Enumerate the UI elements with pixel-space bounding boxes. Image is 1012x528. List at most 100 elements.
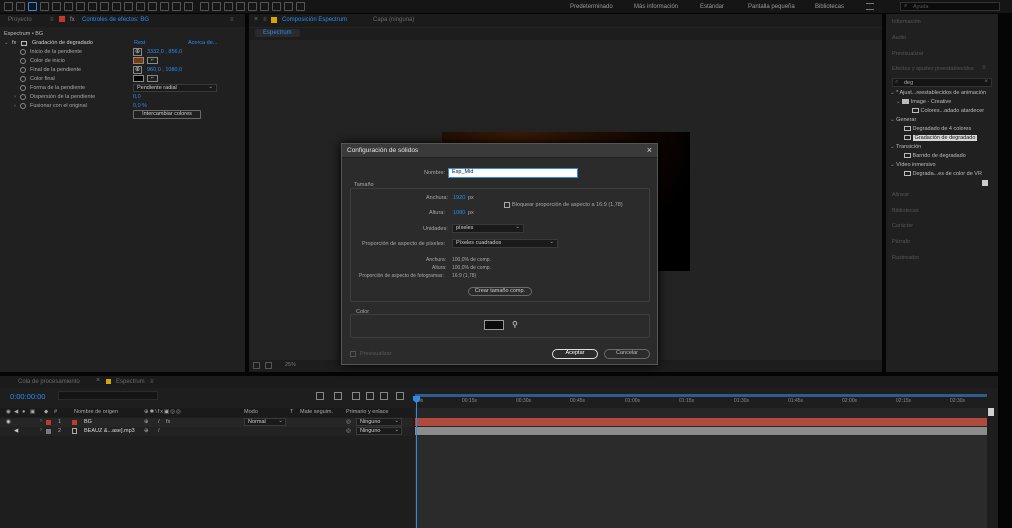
eraser-tool-icon[interactable] [148, 2, 157, 11]
axis-world-icon[interactable] [272, 2, 281, 11]
width-value[interactable]: 1920 [453, 195, 465, 201]
col-mate[interactable]: Mate seguim. [300, 409, 333, 415]
snap-icon[interactable] [212, 2, 221, 11]
stopwatch-icon[interactable] [20, 103, 26, 109]
expand-icon[interactable]: › [14, 103, 16, 109]
layer-row[interactable]: ◉ › 1 BG ⊕ / fx Normal ⌄ ◎ Ninguno ⌄ [0, 418, 413, 427]
text-tool-icon[interactable] [112, 2, 121, 11]
layer-label-color[interactable] [46, 429, 51, 434]
panel-bibliotecas[interactable]: Bibliotecas [892, 208, 919, 214]
workspace-predeterminado[interactable]: Predeterminado [570, 4, 613, 10]
tab-controles-efectos[interactable]: Controles de efectos: BG [82, 17, 149, 23]
tree-item[interactable]: ⌄ Vídeo inmersivo [890, 162, 936, 168]
eyedropper-icon[interactable]: ⚲ [512, 320, 518, 329]
pin-tool-icon[interactable] [184, 2, 193, 11]
layer-empty-area[interactable] [0, 437, 413, 528]
panel-parrafo[interactable]: Párrafo [892, 239, 910, 245]
stopwatch-icon[interactable] [20, 67, 26, 73]
panel-menu-icon[interactable]: ≡ [150, 379, 154, 385]
menu-icon[interactable]: ≡ [263, 17, 267, 23]
pixel-aspect-dropdown[interactable]: Píxeles cuadrados ⌄ [452, 239, 558, 248]
col-t[interactable]: T [290, 409, 293, 415]
name-input[interactable]: Esp_Mid [448, 168, 578, 178]
grid-icon[interactable] [236, 2, 245, 11]
cancel-button[interactable]: Cancelar [604, 349, 650, 359]
prop-value[interactable]: 3332,0 , 856,0 [147, 49, 182, 55]
panel-menu-icon[interactable]: ≡ [982, 65, 986, 71]
swap-colors-button[interactable]: Intercambiar colores [133, 110, 201, 119]
panel-rastreador[interactable]: Rastreador [892, 255, 919, 261]
stopwatch-icon[interactable] [20, 58, 26, 64]
frame-blend-icon[interactable] [352, 392, 360, 400]
selection-tool-icon[interactable] [16, 2, 25, 11]
prop-value[interactable]: 0,0 [133, 94, 141, 100]
color-swatch-end[interactable] [133, 75, 144, 82]
workspace-estandar[interactable]: Estándar [700, 4, 724, 10]
shape-dropdown[interactable]: Pendiente radial ⌄ [133, 84, 217, 92]
ok-button[interactable]: Aceptar [552, 349, 598, 359]
stopwatch-icon[interactable] [20, 49, 26, 55]
fx-badge-icon[interactable]: fx [12, 40, 16, 46]
new-folder-icon[interactable] [982, 180, 988, 186]
stopwatch-icon[interactable] [20, 76, 26, 82]
puppet-tool-icon[interactable] [172, 2, 181, 11]
shy-switch-icon[interactable]: ⊕ [144, 428, 149, 434]
pen-tool-icon[interactable] [100, 2, 109, 11]
effect-row[interactable]: ⌄ fx Gradación de degradado Rest Acerca … [4, 40, 244, 48]
col-nombre-origen[interactable]: Nombre de origen [74, 409, 118, 415]
layer-mode-dropdown[interactable]: Normal ⌄ [244, 418, 286, 426]
quality-switch-icon[interactable]: / [158, 419, 160, 425]
expand-icon[interactable]: › [14, 94, 16, 100]
parent-pickwhip-icon[interactable]: ◎ [346, 419, 351, 425]
workspace-pantalla-pequena[interactable]: Pantalla pequeña [748, 4, 795, 10]
reset-link[interactable]: Rest [134, 40, 145, 46]
visibility-icon[interactable]: ◉ [6, 419, 11, 425]
eyedropper-icon[interactable]: ⌐ [147, 75, 158, 82]
playhead[interactable] [416, 396, 417, 528]
axis-local-icon[interactable] [260, 2, 269, 11]
help-search-input[interactable]: ⌕ Ayuda [900, 2, 1000, 11]
stopwatch-icon[interactable] [20, 94, 26, 100]
snapshot-icon[interactable] [265, 362, 272, 369]
tree-item-selected[interactable]: Gradación de degradado [904, 135, 978, 141]
camera-tool-icon[interactable] [64, 2, 73, 11]
height-value[interactable]: 1080 [453, 210, 465, 216]
shy-switch-icon[interactable]: ⊕ [144, 419, 149, 425]
zoom-dropdown[interactable]: 25% [285, 362, 296, 368]
stopwatch-icon[interactable] [20, 85, 26, 91]
workspace-bibliotecas[interactable]: Bibliotecas [815, 4, 844, 10]
audio-icon[interactable]: ◀ [14, 428, 18, 434]
lock-icon[interactable] [271, 17, 277, 23]
panel-efectos[interactable]: Efectos y ajustes preestablecidos [892, 66, 974, 72]
tab-composicion[interactable]: Composición Espectrum [282, 17, 347, 23]
tree-item[interactable]: ⌄ Generar [890, 117, 916, 123]
tab-proyecto[interactable]: Proyecto [8, 17, 32, 23]
stamp-tool-icon[interactable] [136, 2, 145, 11]
motion-blur-icon[interactable] [366, 392, 374, 400]
workspace-mas-informacion[interactable]: Más información [634, 4, 678, 10]
crosshair-icon[interactable]: ⊕ [133, 48, 142, 56]
workspace-menu-icon[interactable] [866, 3, 874, 10]
layer-name[interactable]: BG [84, 419, 92, 425]
timeline-search-input[interactable] [58, 391, 158, 400]
panel-caracter[interactable]: Carácter [892, 223, 913, 229]
zoom-tool-icon[interactable] [40, 2, 49, 11]
brush-tool-icon[interactable] [124, 2, 133, 11]
work-area-bar[interactable] [415, 394, 987, 397]
layer-row[interactable]: ◀ › 2 BEAUZ &...ase].mp3 ⊕ / ◎ Ninguno ⌄ [0, 427, 413, 436]
panel-audio[interactable]: Audio [892, 35, 906, 41]
subtab-espectrum[interactable]: Espectrum [255, 29, 300, 37]
col-primario[interactable]: Primario y enlace [346, 409, 389, 415]
crosshair-icon[interactable]: ⊕ [133, 66, 142, 74]
tree-item[interactable]: ⌄ Transición [890, 144, 921, 150]
tab-espectrum-timeline[interactable]: Espectrum [116, 379, 145, 385]
clear-icon[interactable]: × [984, 79, 988, 85]
graph-editor-icon[interactable] [380, 392, 388, 400]
preview-checkbox[interactable] [350, 351, 356, 357]
tree-item[interactable]: Colores...adado atardecer [912, 108, 984, 114]
prop-value[interactable]: 960,0 , 1080,0 [147, 67, 182, 73]
snap-options-icon[interactable] [224, 2, 233, 11]
track-lower-area[interactable] [415, 436, 987, 528]
tab-cola-procesamiento[interactable]: Cola de procesamiento [18, 379, 80, 385]
close-icon[interactable]: × [96, 377, 100, 384]
